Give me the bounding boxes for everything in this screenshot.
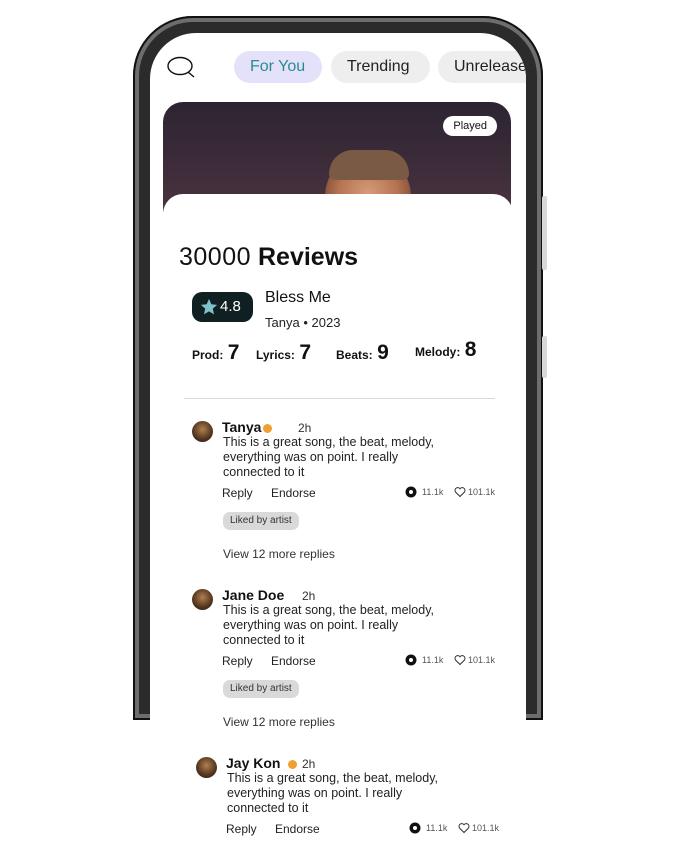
divider: [184, 398, 495, 399]
reaction-icon[interactable]: [405, 654, 417, 666]
endorse-button[interactable]: Endorse: [271, 654, 316, 668]
score-value: 8: [464, 338, 477, 361]
reaction-count: 11.1k: [426, 823, 448, 833]
like-count: 101.1k: [472, 823, 500, 833]
score-value: 7: [299, 341, 312, 364]
score-label: Lyrics:: [256, 348, 295, 362]
comment-text: This is a great song, the beat, melody, …: [223, 435, 434, 479]
reaction-count: 11.1k: [422, 655, 444, 665]
verified-icon: [288, 760, 297, 769]
tab-for-you[interactable]: For You: [234, 51, 322, 83]
reviews-label: Reviews: [257, 243, 359, 271]
comment-author[interactable]: Jay Kon: [226, 755, 280, 771]
tab-unreleased[interactable]: Unreleased: [438, 51, 526, 83]
score-value: 9: [377, 341, 389, 364]
meta-separator: •: [303, 315, 308, 330]
song-meta: Tanya • 2023: [265, 315, 340, 330]
liked-by-artist-badge: Liked by artist: [223, 512, 299, 530]
star-icon: [200, 298, 218, 315]
reaction-count: 11.1k: [422, 487, 444, 497]
endorse-button[interactable]: Endorse: [271, 486, 316, 500]
side-button-upper: [542, 196, 547, 270]
comment-time: 2h: [302, 757, 316, 771]
like-count: 101.1k: [468, 655, 496, 665]
heart-icon[interactable]: [454, 654, 466, 666]
endorse-button[interactable]: Endorse: [275, 822, 320, 836]
comment-time: 2h: [298, 421, 312, 435]
score-label: Melody:: [415, 345, 461, 359]
search-icon[interactable]: [166, 55, 196, 79]
app-screen: For You Trending Unreleased Played 30000…: [150, 33, 526, 845]
reply-button[interactable]: Reply: [222, 486, 253, 500]
score-label: Prod:: [192, 348, 224, 362]
reply-button[interactable]: Reply: [226, 822, 257, 836]
verified-icon: [263, 424, 272, 433]
heart-icon[interactable]: [454, 486, 466, 498]
liked-by-artist-badge: Liked by artist: [223, 680, 299, 698]
like-count: 101.1k: [468, 487, 496, 497]
reaction-icon[interactable]: [409, 822, 421, 834]
comment-time: 2h: [302, 589, 316, 603]
song-year: 2023: [311, 315, 341, 330]
reviews-count: 30000: [179, 243, 252, 271]
tab-trending[interactable]: Trending: [331, 51, 430, 83]
played-badge: Played: [443, 116, 497, 136]
comment-text: This is a great song, the beat, melody, …: [223, 603, 434, 647]
rating-value: 4.8: [220, 298, 241, 315]
view-more-replies-link[interactable]: View 12 more replies: [223, 715, 335, 729]
comment-author[interactable]: Tanya: [222, 419, 261, 435]
score-prod: Prod: 7: [192, 341, 239, 365]
reply-button[interactable]: Reply: [222, 654, 253, 668]
comment-text: This is a great song, the beat, melody, …: [227, 771, 438, 815]
heart-icon[interactable]: [458, 822, 470, 834]
comment-author[interactable]: Jane Doe: [222, 587, 284, 603]
reaction-icon[interactable]: [405, 486, 417, 498]
song-artist: Tanya: [265, 315, 300, 330]
score-lyrics: Lyrics: 7: [256, 341, 311, 365]
avatar[interactable]: [192, 589, 213, 610]
song-title: Bless Me: [265, 289, 331, 306]
side-button-lower: [542, 336, 547, 378]
score-melody: Melody: 8: [415, 338, 476, 362]
reviews-title: 30000 Reviews: [179, 243, 358, 272]
view-more-replies-link[interactable]: View 12 more replies: [223, 547, 335, 561]
avatar[interactable]: [196, 757, 217, 778]
score-beats: Beats: 9: [336, 341, 389, 365]
avatar[interactable]: [192, 421, 213, 442]
artist-photo-hair: [329, 150, 409, 180]
rating-badge: 4.8: [192, 292, 253, 322]
score-label: Beats:: [336, 348, 373, 362]
score-value: 7: [227, 341, 240, 364]
